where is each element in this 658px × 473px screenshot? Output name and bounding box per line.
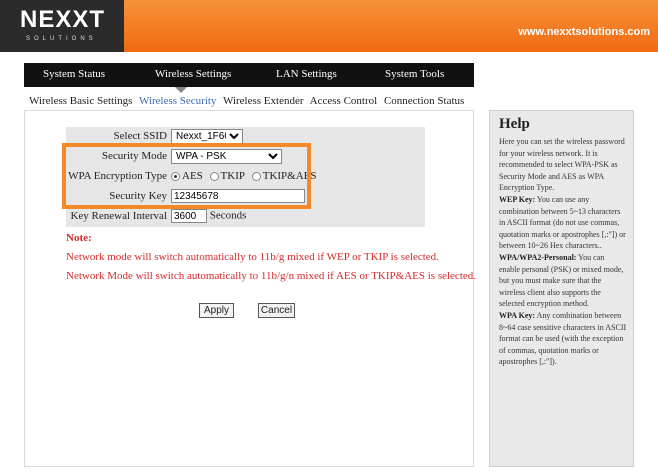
radio-aes[interactable]: AES [171, 170, 203, 182]
ssid-row: Select SSID Nexxt_1F6030 [66, 127, 425, 147]
help-body: Here you can set the wireless password f… [499, 136, 627, 368]
header-banner: www.nexxtsolutions.com [124, 0, 658, 52]
header-bar: NEXXT SOLUTIONS www.nexxtsolutions.com [0, 0, 658, 52]
cancel-button[interactable]: Cancel [258, 303, 295, 318]
help-wep-key-heading: WEP Key: [499, 194, 536, 204]
key-renewal-unit: Seconds [209, 209, 247, 222]
radio-tkip-dot[interactable] [209, 171, 219, 181]
radio-tkip-aes-dot[interactable] [251, 171, 261, 181]
key-renewal-input[interactable] [171, 209, 207, 223]
radio-tkip[interactable]: TKIP [209, 170, 245, 182]
security-key-input[interactable] [171, 189, 305, 203]
nav-system-tools[interactable]: System Tools [385, 68, 444, 80]
security-key-label: Security Key [109, 190, 167, 202]
help-title: Help [499, 116, 530, 132]
logo-text: NEXXT [20, 6, 106, 33]
security-mode-select[interactable]: WPA - PSK [171, 149, 282, 164]
note-line-2: Network Mode will switch automatically t… [66, 270, 477, 282]
subnav-wireless-security[interactable]: Wireless Security [139, 95, 216, 107]
encryption-type-row: WPA Encryption Type AES TKIP TKIP&AES [66, 167, 425, 187]
security-mode-label: Security Mode [101, 150, 167, 162]
website-url[interactable]: www.nexxtsolutions.com [518, 26, 650, 38]
nav-system-status[interactable]: System Status [43, 68, 105, 80]
help-wpa-key-heading: WPA Key: [499, 310, 536, 320]
security-mode-row: Security Mode WPA - PSK [66, 147, 425, 167]
active-nav-pointer [175, 87, 187, 93]
subnav-connection-status[interactable]: Connection Status [384, 95, 464, 107]
radio-tkip-aes[interactable]: TKIP&AES [251, 170, 317, 182]
key-renewal-label: Key Renewal Interval [70, 210, 167, 222]
help-wpa-personal-heading: WPA/WPA2-Personal: [499, 252, 577, 262]
help-panel: Help Here you can set the wireless passw… [489, 110, 634, 467]
subnav-access-control[interactable]: Access Control [310, 95, 378, 107]
main-nav: System Status Wireless Settings LAN Sett… [24, 63, 474, 87]
brand-logo[interactable]: NEXXT SOLUTIONS [0, 0, 124, 52]
subnav-wireless-extender[interactable]: Wireless Extender [223, 95, 304, 107]
note-label: Note: [66, 232, 92, 244]
encryption-type-label: WPA Encryption Type [68, 170, 167, 182]
note-line-1: Network mode will switch automatically t… [66, 251, 439, 263]
security-key-row: Security Key [66, 187, 425, 207]
radio-aes-label: AES [182, 170, 203, 182]
radio-tkip-aes-label: TKIP&AES [262, 170, 317, 182]
radio-tkip-label: TKIP [220, 170, 245, 182]
nav-wireless-settings[interactable]: Wireless Settings [155, 68, 231, 80]
logo-subtext: SOLUTIONS [26, 36, 97, 42]
sub-nav: Wireless Basic Settings Wireless Securit… [29, 95, 468, 107]
key-renewal-row: Key Renewal Interval Seconds [66, 207, 425, 227]
help-intro: Here you can set the wireless password f… [499, 137, 625, 193]
subnav-wireless-basic-settings[interactable]: Wireless Basic Settings [29, 95, 132, 107]
radio-aes-dot[interactable] [171, 171, 180, 181]
ssid-select[interactable]: Nexxt_1F6030 [171, 129, 243, 144]
nav-lan-settings[interactable]: LAN Settings [276, 68, 337, 80]
ssid-label: Select SSID [113, 130, 167, 142]
apply-button[interactable]: Apply [199, 303, 234, 318]
